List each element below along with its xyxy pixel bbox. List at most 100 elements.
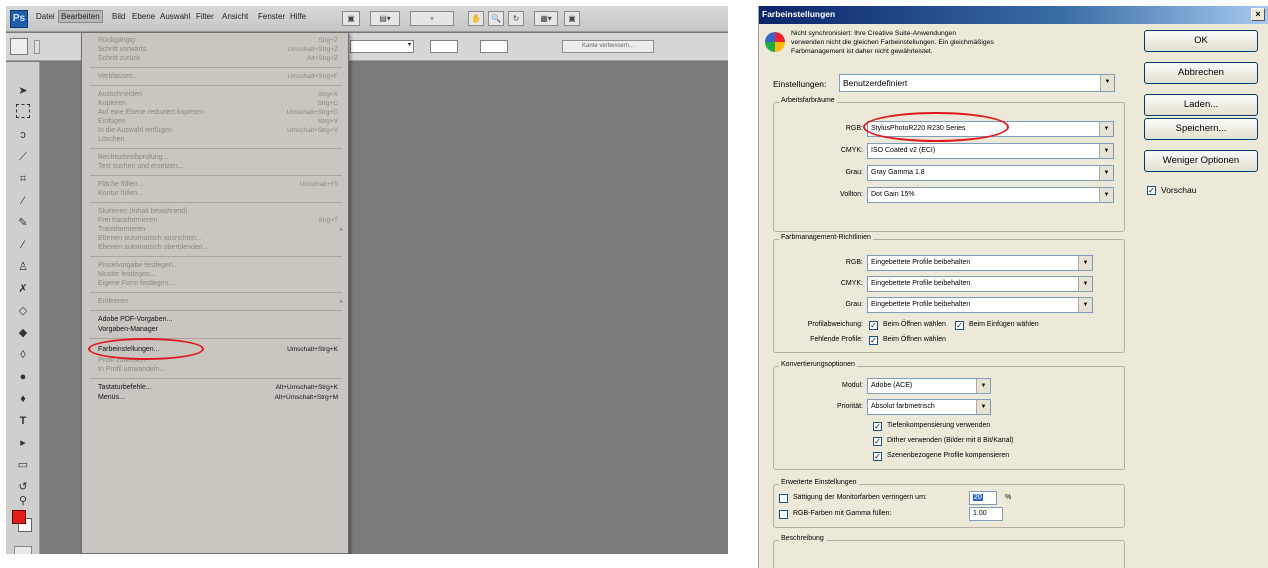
new-selection-icon[interactable] bbox=[34, 40, 40, 54]
eyedropper-tool-icon[interactable]: ⁄ bbox=[14, 192, 32, 210]
policy-gray-dropdown[interactable]: Eingebettete Profile beibehalten ▼ bbox=[867, 297, 1093, 313]
style-dropdown[interactable]: ▾ bbox=[350, 40, 414, 53]
ws-cmyk-label: CMYK: bbox=[840, 147, 863, 154]
healing-brush-tool-icon[interactable]: ✎ bbox=[14, 214, 32, 232]
settings-dropdown[interactable]: Benutzerdefiniert ▼ bbox=[839, 74, 1115, 92]
clone-stamp-tool-icon[interactable]: ♙ bbox=[14, 258, 32, 276]
quick-mask-icon[interactable] bbox=[14, 546, 32, 554]
ws-cmyk-dropdown[interactable]: ISO Coated v2 (ECI) ▼ bbox=[867, 143, 1114, 159]
zoom-tool-icon[interactable]: 🔍 bbox=[488, 11, 504, 26]
mismatch-paste-checkbox[interactable]: ✓ bbox=[955, 321, 964, 330]
intent-label: Priorität: bbox=[836, 403, 863, 410]
menu-item-keyboard-shortcuts[interactable]: Tastaturbefehle... bbox=[98, 384, 152, 391]
menu-item-pdf-presets[interactable]: Adobe PDF-Vorgaben... bbox=[98, 316, 172, 323]
lasso-tool-icon[interactable]: ↄ bbox=[14, 126, 32, 144]
marquee-preset-icon[interactable] bbox=[10, 38, 28, 55]
quick-selection-tool-icon[interactable]: ⟋ bbox=[14, 148, 32, 166]
view-extras-button[interactable]: ▤▾ bbox=[370, 11, 400, 26]
marquee-tool-icon[interactable] bbox=[16, 104, 30, 118]
policy-gray-value: Eingebettete Profile beibehalten bbox=[871, 301, 971, 308]
history-brush-tool-icon[interactable]: ✗ bbox=[14, 280, 32, 298]
menu-item-purge: Entleeren bbox=[98, 298, 128, 305]
ws-gray-dropdown[interactable]: Gray Gamma 1.8 ▼ bbox=[867, 165, 1114, 181]
preview-label: Vorschau bbox=[1161, 185, 1197, 195]
menu-item-menus[interactable]: Menüs... bbox=[98, 394, 125, 401]
crop-tool-icon[interactable]: ⌗ bbox=[14, 170, 32, 188]
policy-rgb-dropdown[interactable]: Eingebettete Profile beibehalten ▼ bbox=[867, 255, 1093, 271]
path-selection-tool-icon[interactable]: ▸ bbox=[14, 434, 32, 452]
engine-dropdown[interactable]: Adobe (ACE) ▼ bbox=[867, 378, 991, 394]
bridge-button[interactable]: ▣ bbox=[342, 11, 360, 26]
menu-item-stroke: Kontur füllen... bbox=[98, 190, 144, 197]
height-field[interactable] bbox=[480, 40, 508, 53]
dither-checkbox[interactable]: ✓ bbox=[873, 437, 882, 446]
width-field[interactable] bbox=[430, 40, 458, 53]
mismatch-open-label: Beim Öffnen wählen bbox=[883, 321, 946, 328]
blur-tool-icon[interactable]: ◊ bbox=[14, 346, 32, 364]
engine-label: Modul: bbox=[841, 382, 863, 389]
blend-label: RGB-Farben mit Gamma füllen: bbox=[793, 510, 892, 517]
ok-button[interactable]: OK bbox=[1144, 30, 1258, 52]
preview-checkbox[interactable]: ✓ bbox=[1147, 186, 1156, 195]
arrange-documents-icon[interactable]: ▦▾ bbox=[534, 11, 558, 26]
close-button[interactable]: × bbox=[1251, 8, 1265, 21]
menu-item-define-shape: Eigene Form festlegen... bbox=[98, 280, 175, 287]
desaturate-checkbox[interactable] bbox=[779, 494, 788, 503]
menu-item-spell-check: Rechtschreibprüfung... bbox=[98, 154, 169, 161]
mismatch-open-checkbox[interactable]: ✓ bbox=[869, 321, 878, 330]
desaturate-input[interactable]: 20 bbox=[969, 491, 997, 505]
shortcut-fade: Umschalt+Strg+F bbox=[287, 73, 338, 80]
photoshop-logo-icon[interactable]: Ps bbox=[10, 10, 28, 28]
load-button[interactable]: Laden... bbox=[1144, 94, 1258, 116]
save-button[interactable]: Speichern... bbox=[1144, 118, 1258, 140]
menu-separator bbox=[90, 292, 342, 293]
intent-dropdown[interactable]: Absolut farbmetrisch ▼ bbox=[867, 399, 991, 415]
menu-item-preset-manager[interactable]: Vorgaben-Manager bbox=[98, 326, 158, 333]
menu-help[interactable]: Hilfe bbox=[290, 12, 306, 21]
shortcut-free-transform: Strg+T bbox=[318, 217, 338, 224]
policy-cmyk-dropdown[interactable]: Eingebettete Profile beibehalten ▼ bbox=[867, 276, 1093, 292]
missing-open-checkbox[interactable]: ✓ bbox=[869, 336, 878, 345]
menu-item-content-aware-scale: Skalieren (Inhalt bewahrend) bbox=[98, 208, 188, 215]
zoom-tool-icon[interactable]: ⚲ bbox=[14, 492, 32, 510]
eraser-tool-icon[interactable]: ◇ bbox=[14, 302, 32, 320]
menu-window[interactable]: Fenster bbox=[258, 12, 285, 21]
screen-mode-icon[interactable]: ▣ bbox=[564, 11, 580, 26]
menu-filter[interactable]: Filter bbox=[196, 12, 214, 21]
zoom-level-dropdown[interactable]: ▾ bbox=[410, 11, 454, 26]
shortcut-cut: Strg+X bbox=[317, 91, 338, 98]
menu-layer[interactable]: Ebene bbox=[132, 12, 155, 21]
menu-view[interactable]: Ansicht bbox=[222, 12, 248, 21]
fewer-options-button[interactable]: Weniger Optionen bbox=[1144, 150, 1258, 172]
dodge-tool-icon[interactable]: ● bbox=[14, 368, 32, 386]
dialog-title-bar[interactable]: Farbeinstellungen × bbox=[759, 6, 1268, 24]
pen-tool-icon[interactable]: ♦ bbox=[14, 390, 32, 408]
shortcut-step-backward: Alt+Strg+Z bbox=[306, 55, 338, 62]
blend-checkbox[interactable] bbox=[779, 510, 788, 519]
policies-title: Farbmanagement-Richtlinien bbox=[779, 234, 873, 241]
foreground-color-swatch[interactable] bbox=[12, 510, 26, 524]
ws-spot-dropdown[interactable]: Dot Gain 15% ▼ bbox=[867, 187, 1114, 203]
settings-value: Benutzerdefiniert bbox=[843, 78, 908, 88]
refine-edge-button[interactable]: Kante verbessern... bbox=[562, 40, 654, 53]
submenu-arrow-icon: ▸ bbox=[340, 227, 344, 233]
cancel-button[interactable]: Abbrechen bbox=[1144, 62, 1258, 84]
shape-tool-icon[interactable]: ▭ bbox=[14, 456, 32, 474]
type-tool-icon[interactable]: T bbox=[14, 412, 32, 430]
bpc-checkbox[interactable]: ✓ bbox=[873, 422, 882, 431]
rotate-view-icon[interactable]: ↻ bbox=[508, 11, 524, 26]
menu-edit[interactable]: Bearbeiten bbox=[58, 10, 103, 23]
menu-image[interactable]: Bild bbox=[112, 12, 125, 21]
menu-file[interactable]: Datei bbox=[36, 12, 55, 21]
settings-label: Einstellungen: bbox=[773, 79, 827, 89]
intent-value: Absolut farbmetrisch bbox=[871, 403, 935, 410]
menu-select[interactable]: Auswahl bbox=[160, 12, 190, 21]
hand-tool-icon[interactable]: ✋ bbox=[468, 11, 484, 26]
blend-input[interactable]: 1.00 bbox=[969, 507, 1003, 521]
shortcut-fill: Umschalt+F5 bbox=[299, 181, 338, 188]
submenu-arrow-icon: ▸ bbox=[340, 299, 344, 305]
gradient-tool-icon[interactable]: ◆ bbox=[14, 324, 32, 342]
scene-checkbox[interactable]: ✓ bbox=[873, 452, 882, 461]
brush-tool-icon[interactable]: ∕ bbox=[14, 236, 32, 254]
move-tool-icon[interactable]: ➤ bbox=[14, 82, 32, 100]
